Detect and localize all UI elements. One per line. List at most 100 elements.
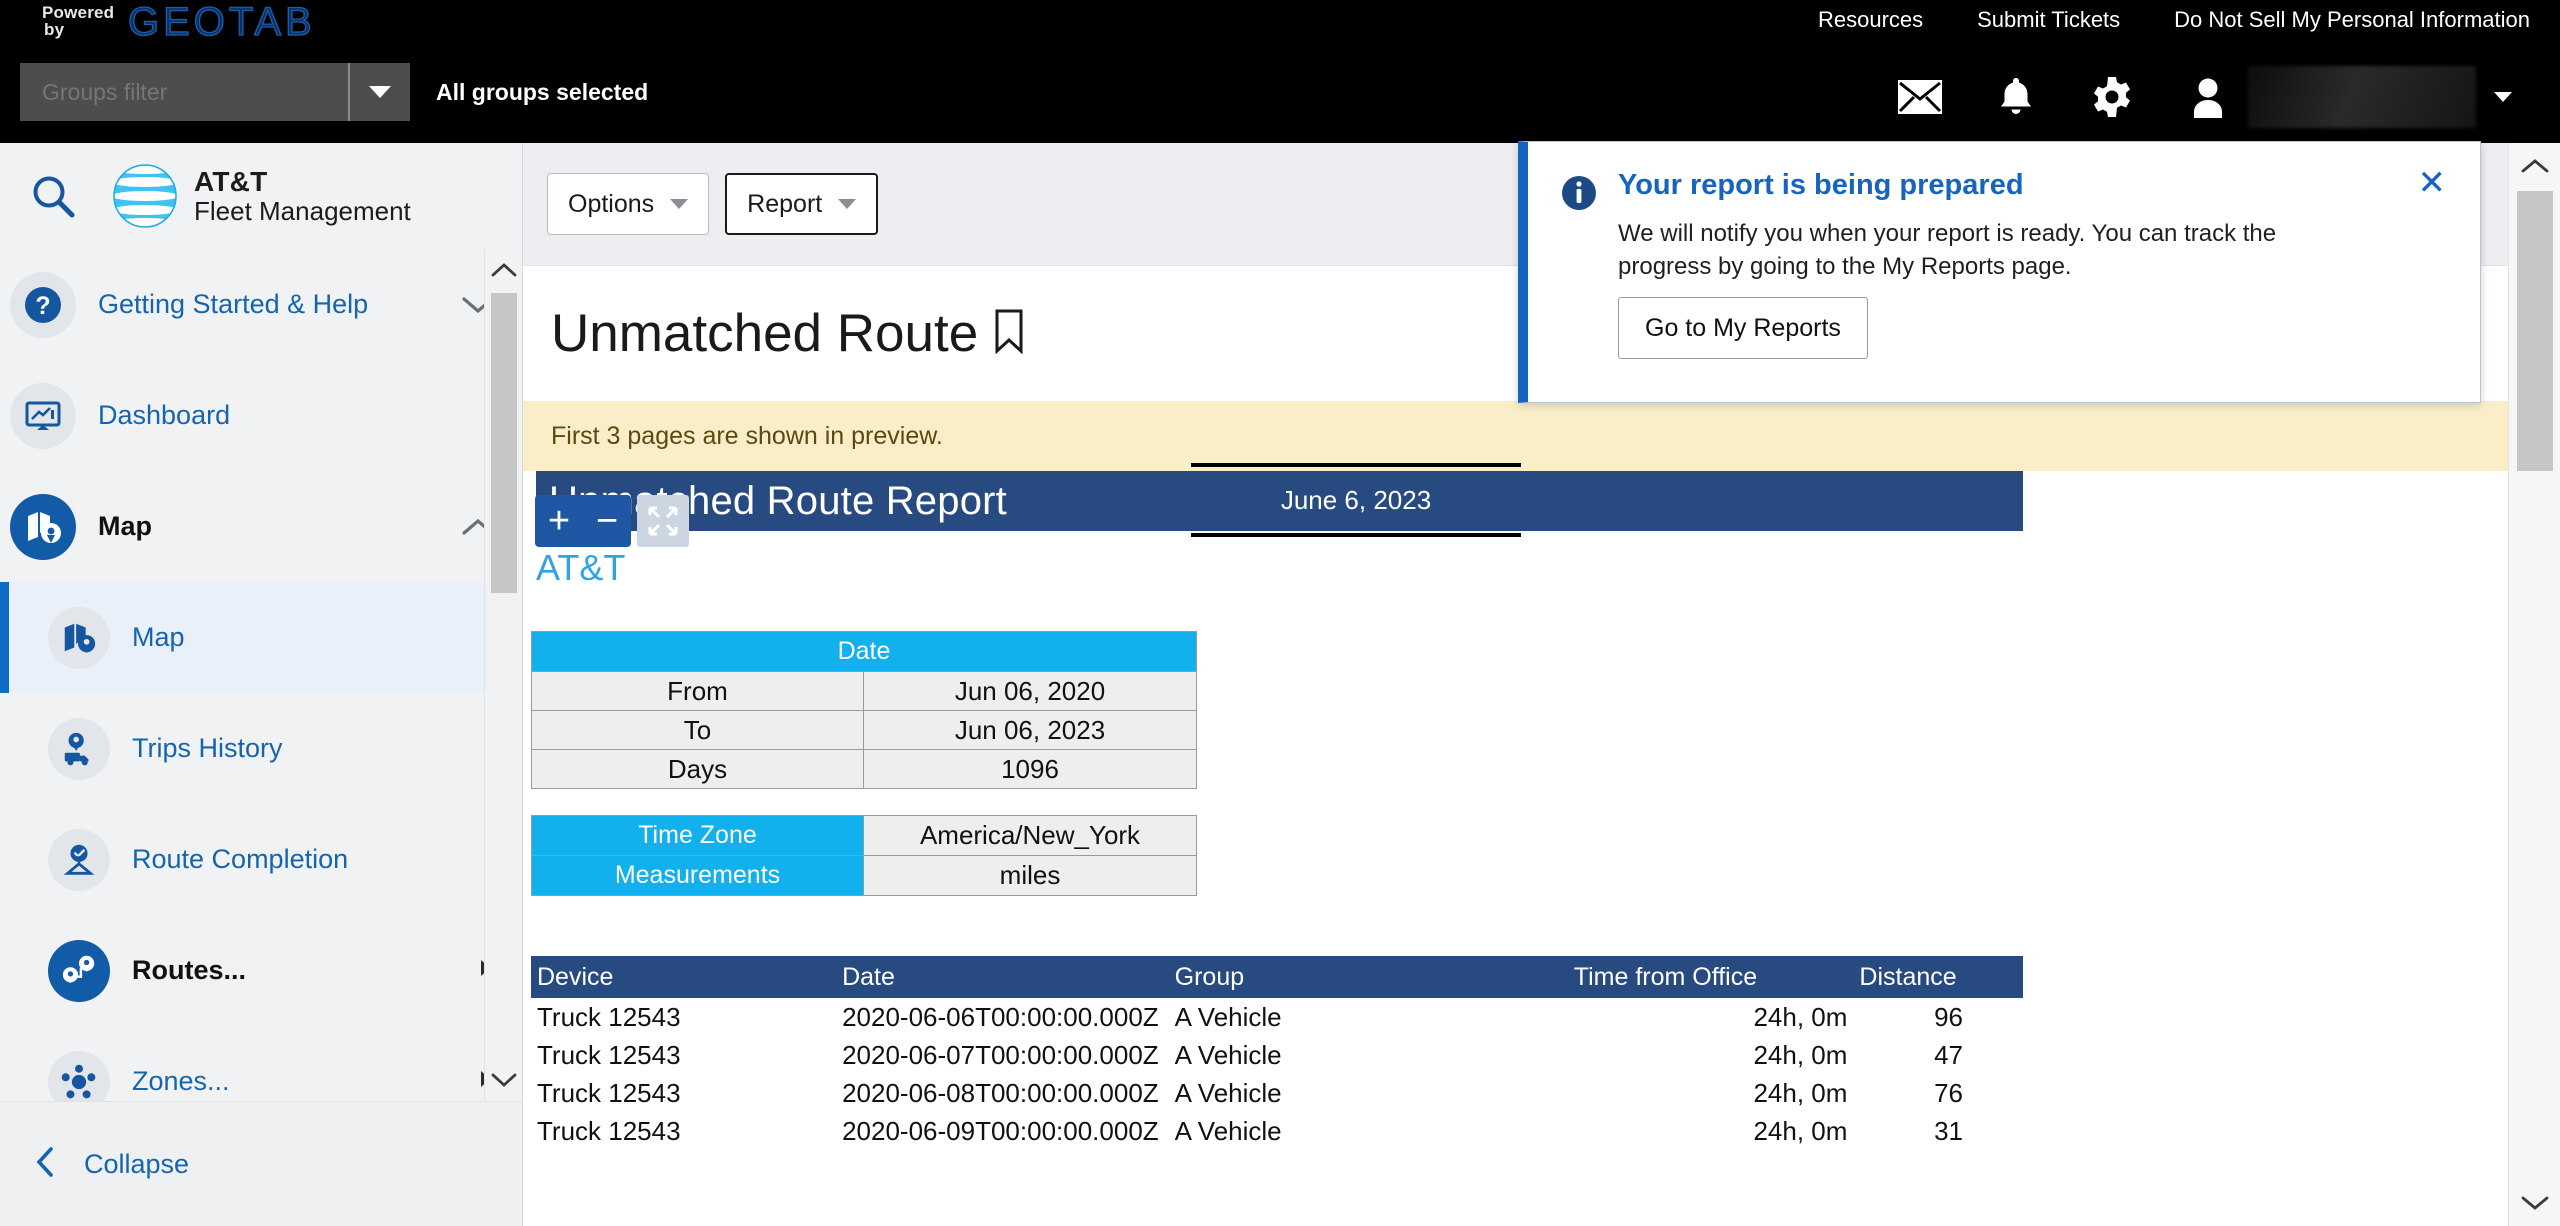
date-days-label: Days [531,749,864,789]
scroll-up-icon[interactable] [485,249,522,291]
chevron-down-icon [369,86,391,98]
chevron-left-icon [32,1145,58,1184]
cell-time-from-office: 24h, 0m [1567,1074,1854,1112]
top-link-submit-tickets[interactable]: Submit Tickets [1977,7,2120,33]
cell-distance: 31 [1853,1112,2023,1150]
sidebar-collapse-label: Collapse [84,1148,190,1179]
groups-filter[interactable] [20,63,410,121]
truck-pin-icon [48,717,110,780]
cell-date: 2020-06-09T00:00:00.000Z [836,1112,1169,1150]
date-from-label: From [531,671,864,711]
user-icon[interactable] [2160,69,2256,125]
scroll-up-icon[interactable] [2509,143,2560,189]
report-button[interactable]: Report [725,173,879,235]
report-date-highlight: June 6, 2023 [1191,463,1521,537]
report-preparing-toast: Your report is being prepared We will no… [1518,141,2481,403]
att-globe-icon [113,164,177,228]
header-icon-group [1872,66,2530,128]
timezone-value: America/New_York [863,815,1197,856]
gear-icon[interactable] [2064,69,2160,125]
sidebar-scrollbar[interactable] [484,249,522,1101]
scroll-down-icon[interactable] [485,1059,522,1101]
table-row: Truck 12543 2020-06-07T00:00:00.000Z A V… [531,1036,2023,1074]
table-row: Truck 12543 2020-06-06T00:00:00.000Z A V… [531,998,2023,1036]
sidebar-item-getting-started-help[interactable]: ? Getting Started & Help [0,249,522,360]
options-button[interactable]: Options [547,173,710,235]
date-table-header: Date [531,631,1197,672]
report-document: Unmatched Route Report June 6, 2023 AT&T… [523,463,2508,1150]
sidebar-item-route-completion[interactable]: Route Completion [0,804,522,915]
table-row: Truck 12543 2020-06-09T00:00:00.000Z A V… [531,1112,2023,1150]
bell-icon[interactable] [1968,69,2064,125]
cell-date: 2020-06-08T00:00:00.000Z [836,1074,1169,1112]
page-scrollbar-thumb[interactable] [2517,191,2553,471]
question-circle-icon: ? [10,271,76,338]
unmatched-route-data-table: Device Date Group Time from Office Dista… [531,956,2023,1150]
sidebar-header: AT&T Fleet Management [0,143,522,249]
cell-time-from-office: 24h, 0m [1567,1036,1854,1074]
groups-filter-input[interactable] [20,63,348,121]
cell-device: Truck 12543 [531,1036,837,1074]
cell-distance: 96 [1853,998,2023,1036]
column-header-date: Date [836,956,1169,998]
cell-time-from-office: 24h, 0m [1567,998,1854,1036]
sidebar-item-map[interactable]: Map [0,582,522,693]
top-link-resources[interactable]: Resources [1818,7,1923,33]
date-to-value: Jun 06, 2023 [863,710,1197,750]
report-company-name: AT&T [536,547,626,588]
date-range-table: Date From Jun 06, 2020 To Jun 06, 2023 D… [531,631,1197,789]
search-icon[interactable] [0,143,106,249]
powered-by-label: Powered by [42,4,114,38]
preview-notice-text: First 3 pages are shown in preview. [551,421,943,450]
sidebar-item-routes[interactable]: Routes... [0,915,522,1026]
top-link-do-not-sell[interactable]: Do Not Sell My Personal Information [2174,7,2530,33]
options-button-label: Options [568,189,655,218]
settings-table: Time Zone America/New_York Measurements … [531,815,1197,896]
top-nav-links: Resources Submit Tickets Do Not Sell My … [1818,7,2530,33]
mail-icon[interactable] [1872,69,1968,125]
sidebar-item-dashboard[interactable]: Dashboard [0,360,522,471]
chevron-down-icon [838,199,857,209]
user-menu-dropdown-button[interactable] [2476,69,2530,125]
sidebar-collapse-button[interactable]: Collapse [0,1101,522,1226]
column-header-time-from-office: Time from Office [1567,956,1854,998]
report-date: June 6, 2023 [1280,484,1432,515]
sidebar-scrollbar-thumb[interactable] [491,293,517,593]
shrink-fit-icon[interactable] [637,495,689,547]
cell-date: 2020-06-06T00:00:00.000Z [836,998,1169,1036]
measurements-label: Measurements [531,855,864,896]
timezone-label: Time Zone [531,815,864,856]
sidebar-item-zones[interactable]: Zones... [0,1026,522,1101]
sidebar-nav-scroll-area: ? Getting Started & Help Dashboard Map M… [0,249,522,1101]
go-to-my-reports-button[interactable]: Go to My Reports [1618,297,1868,359]
att-fleet-management-logo: AT&T Fleet Management [112,163,411,229]
bookmark-icon[interactable] [992,308,1026,359]
cell-time-from-office: 24h, 0m [1567,1112,1854,1150]
groups-filter-dropdown-button[interactable] [348,63,410,121]
report-title-band: Unmatched Route Report June 6, 2023 [536,463,2023,537]
routes-icon [48,939,110,1002]
close-icon[interactable]: ✕ [2418,166,2447,200]
sidebar-item-map-group[interactable]: Map [0,471,522,582]
zoom-out-button[interactable]: − [583,495,631,547]
page-scrollbar[interactable] [2508,143,2560,1226]
powered-by-line2: by [44,20,65,39]
zoom-in-button[interactable]: + [535,495,583,547]
scroll-down-icon[interactable] [2509,1180,2560,1226]
toast-title: Your report is being prepared [1618,169,2024,201]
sidebar-item-label: Map [98,511,152,541]
top-header-bar: Powered by GEOTAB Resources Submit Ticke… [0,0,2560,143]
chevron-down-icon [2494,92,2512,102]
sidebar-item-label: Route Completion [132,844,349,874]
measurements-value: miles [863,855,1197,896]
table-row: Truck 12543 2020-06-08T00:00:00.000Z A V… [531,1074,2023,1112]
date-from-value: Jun 06, 2020 [863,671,1197,711]
all-groups-selected-label: All groups selected [436,79,649,105]
cell-device: Truck 12543 [531,1074,837,1112]
dashboard-icon [10,382,76,449]
brand-line-1: AT&T [194,165,268,197]
report-zoom-controls: + − [535,495,689,547]
cell-distance: 76 [1853,1074,2023,1112]
sidebar-item-trips-history[interactable]: Trips History [0,693,522,804]
sidebar-item-label: Getting Started & Help [98,289,369,319]
